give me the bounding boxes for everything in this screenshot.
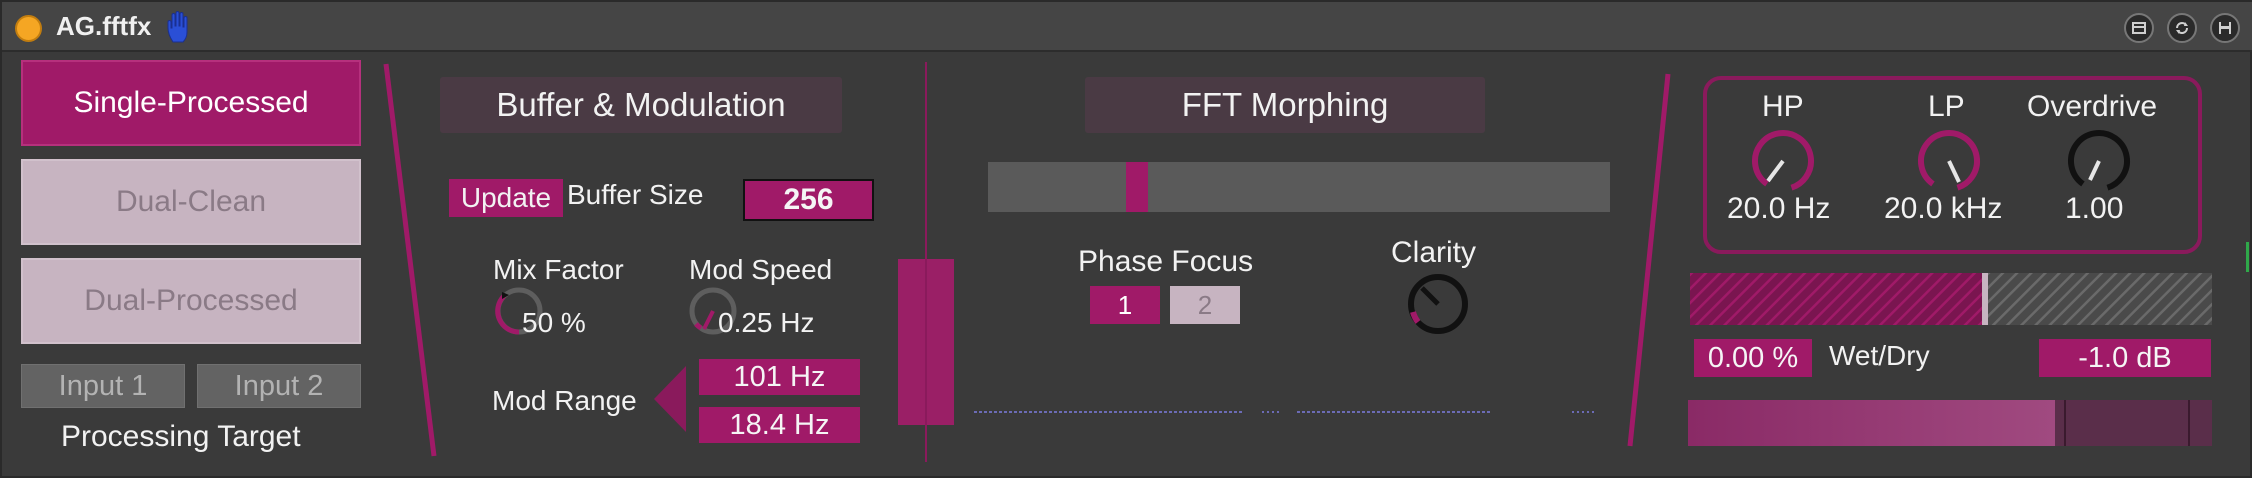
input-2-button[interactable]: Input 2	[197, 364, 361, 408]
wet-dry-value-field[interactable]: 0.00 %	[1694, 339, 1812, 377]
lp-value: 20.0 kHz	[1884, 192, 2003, 225]
vertical-divider	[925, 62, 927, 462]
lp-label: LP	[1928, 90, 1965, 123]
hand-icon[interactable]	[165, 10, 195, 44]
lp-knob[interactable]	[1914, 126, 1984, 196]
buffer-size-field[interactable]: 256	[743, 179, 874, 221]
edge-indicator	[2246, 242, 2249, 272]
phase-focus-label: Phase Focus	[1078, 245, 1254, 278]
phase-focus-2-button[interactable]: 2	[1170, 286, 1240, 324]
buffer-size-label: Buffer Size	[567, 179, 704, 210]
device-title: AG.fftfx	[56, 11, 152, 41]
section-divider	[383, 63, 437, 457]
save-icon[interactable]	[2210, 13, 2240, 43]
buffer-modulation-header: Buffer & Modulation	[440, 77, 842, 133]
device-panel: AG.fftfx Single-Processed Dual-Clean Dua…	[0, 0, 2252, 478]
mod-range-arrow-icon	[654, 366, 686, 432]
power-toggle[interactable]	[15, 15, 42, 42]
mode-dual-clean-button[interactable]: Dual-Clean	[21, 159, 361, 245]
hp-value: 20.0 Hz	[1727, 192, 1831, 225]
mod-range-low-field[interactable]: 18.4 Hz	[699, 407, 860, 443]
title-bar: AG.fftfx	[2, 2, 2252, 52]
wet-dry-label: Wet/Dry	[1829, 340, 1930, 371]
wet-dry-slider[interactable]	[1690, 273, 2212, 325]
clarity-knob[interactable]	[1404, 272, 1472, 336]
mode-dual-processed-button[interactable]: Dual-Processed	[21, 258, 361, 344]
sync-icon[interactable]	[2167, 13, 2197, 43]
gain-value-field[interactable]: -1.0 dB	[2039, 339, 2211, 377]
hp-knob[interactable]	[1748, 126, 1818, 196]
view-icon[interactable]	[2124, 13, 2154, 43]
input-1-button[interactable]: Input 1	[21, 364, 185, 408]
phase-focus-1-button[interactable]: 1	[1090, 286, 1160, 324]
mix-factor-label: Mix Factor	[493, 254, 624, 285]
overdrive-label: Overdrive	[2027, 90, 2158, 123]
mod-speed-label: Mod Speed	[689, 254, 833, 285]
hp-label: HP	[1762, 90, 1804, 123]
output-meter-fill	[1688, 400, 2055, 446]
morph-slider-thumb[interactable]	[1126, 162, 1148, 212]
mix-factor-value: 50 %	[522, 307, 586, 338]
output-meter[interactable]	[1688, 400, 2212, 446]
processing-target-label: Processing Target	[61, 420, 301, 453]
section-divider-2	[1627, 73, 1671, 447]
meter-tick	[2064, 400, 2066, 446]
meter-tick	[2188, 400, 2190, 446]
overdrive-value: 1.00	[2065, 192, 2124, 225]
mod-range-high-field[interactable]: 101 Hz	[699, 359, 860, 395]
update-button[interactable]: Update	[449, 179, 563, 217]
clarity-label: Clarity	[1391, 236, 1477, 269]
mode-single-processed-button[interactable]: Single-Processed	[21, 60, 361, 146]
spectrum-display	[974, 411, 1597, 413]
fft-morphing-header: FFT Morphing	[1085, 77, 1485, 133]
mod-range-label: Mod Range	[492, 385, 637, 416]
mod-speed-value: 0.25 Hz	[718, 307, 815, 338]
overdrive-knob[interactable]	[2064, 126, 2134, 196]
morph-slider[interactable]	[988, 162, 1610, 212]
